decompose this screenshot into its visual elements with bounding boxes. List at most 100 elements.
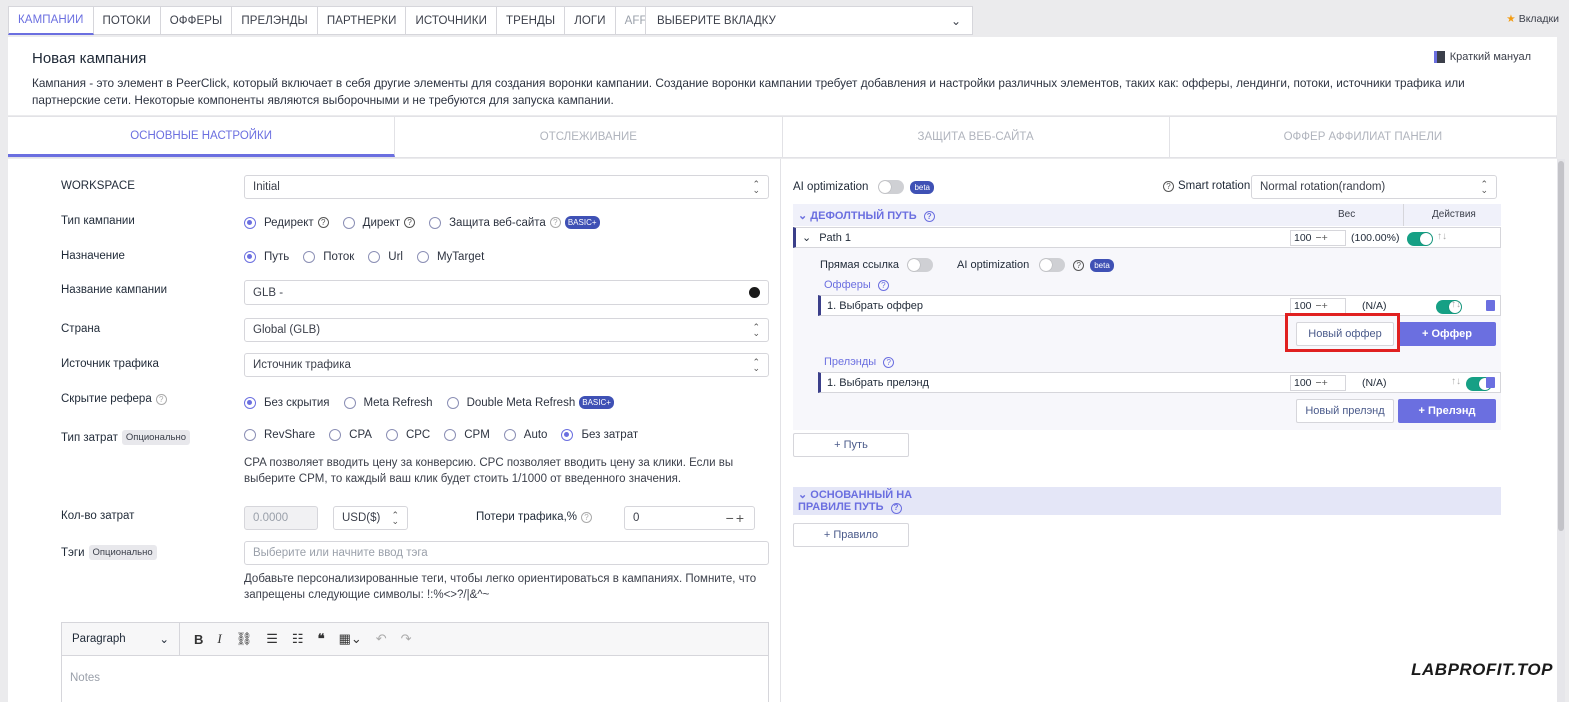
radio-redirect[interactable]: Редирект? [244,216,329,229]
tab-logs[interactable]: ЛОГИ [565,6,616,35]
scrollbar-thumb[interactable] [1558,161,1564,531]
tab-website-protection[interactable]: ЗАЩИТА ВЕБ-САЙТА [783,117,1170,157]
notes-textarea[interactable]: Notes [62,656,768,700]
help-icon: ? [155,394,167,405]
lander-row[interactable]: 1. Выбрать прелэнд [818,372,1501,393]
paragraph-select[interactable]: Paragraph ⌄ [62,622,180,656]
italic-icon[interactable]: I [217,631,221,647]
trash-icon[interactable] [1486,300,1495,311]
path-toggle[interactable] [1407,231,1433,246]
tab-landers[interactable]: ПРЕЛЭНДЫ [232,6,318,35]
header-divider [1403,204,1404,226]
add-offer-button[interactable]: + Оффер [1398,322,1496,346]
editor-toolbar: Paragraph ⌄ B I ⛓ ☰ ☷ ❝ ▦⌄ ↶ ↷ [62,622,768,656]
workspace-label: WORKSPACE [61,180,135,192]
add-path-button[interactable]: + Путь [793,433,909,457]
numbered-list-icon[interactable]: ☷ [292,631,304,647]
direct-link-toggle[interactable] [907,258,934,272]
country-select[interactable]: Global (GLB) ⌃ ⌄ [244,318,769,342]
bullet-list-icon[interactable]: ☰ [266,631,278,647]
bold-icon[interactable]: B [194,632,203,647]
rule-path-title[interactable]: ⌄ ОСНОВАННЫЙ НА ПРАВИЛЕ ПУТЬ ? [798,489,968,514]
book-icon [1433,51,1445,63]
tab-sources[interactable]: ИСТОЧНИКИ [406,6,497,35]
reorder-icon[interactable]: ↑↓ [1451,376,1461,387]
offer-row-label: 1. Выбрать оффер [827,299,924,312]
actions-header: Действия [1432,209,1476,220]
radio-double-meta-refresh[interactable]: Double Meta Refresh BASIC+ [446,396,614,409]
lander-weight-input[interactable]: 100 −+ [1290,375,1346,391]
stepper-icon[interactable]: −+ [1316,377,1328,389]
default-path-title[interactable]: ⌄ ДЕФОЛТНЫЙ ПУТЬ ? [798,209,935,222]
radio-mytarget[interactable]: MyTarget [416,251,484,263]
tab-main-settings[interactable]: ОСНОВНЫЕ НАСТРОЙКИ [8,117,396,157]
radio-cpm[interactable]: CPM [444,429,490,441]
radio-label: Путь [264,251,290,263]
radio-revshare[interactable]: RevShare [244,429,315,441]
radio-no-cost[interactable]: Без затрат [561,429,638,441]
currency-select[interactable]: USD($) ⌃ ⌄ [333,506,408,530]
traffic-loss-value: 0 [633,512,640,524]
path-ai-toggle[interactable] [1039,258,1066,272]
radio-path[interactable]: Путь [244,251,289,263]
radio-url[interactable]: Url [368,251,403,263]
tab-affiliates[interactable]: ПАРТНЕРКИ [317,6,407,35]
trash-icon[interactable] [1486,377,1495,388]
radio-off-icon [444,429,457,441]
tab-campaigns[interactable]: КАМПАНИИ [8,6,94,35]
radio-cpc[interactable]: CPC [385,429,430,441]
add-lander-button[interactable]: + Прелэнд [1398,399,1496,423]
stepper-icon[interactable]: −+ [726,510,746,526]
radio-website-protection[interactable]: Защита веб-сайта? BASIC+ [429,216,600,229]
highlight-box [1285,313,1400,352]
stepper-icon[interactable]: −+ [1316,300,1328,312]
smart-rotation-select[interactable]: Normal rotation(random) ⌃ ⌄ [1251,175,1497,199]
radio-no-hide[interactable]: Без скрытия [244,396,330,409]
radio-off-icon [503,429,516,441]
radio-label: Без затрат [581,429,639,441]
reorder-icon[interactable]: ↑↓ [1451,299,1461,310]
lander-weight-value: 100 [1294,377,1312,389]
radio-flow[interactable]: Поток [303,251,354,263]
color-dot-icon[interactable] [749,287,760,298]
workspace-select[interactable]: Initial ⌃ ⌄ [244,175,769,199]
manual-link[interactable]: Краткий мануал [1433,51,1531,63]
add-rule-button[interactable]: + Правило [793,523,909,547]
traffic-loss-label: Потери трафика,%? [476,511,593,523]
link-icon[interactable]: ⛓ [236,631,253,647]
tab-flows[interactable]: ПОТОКИ [93,6,161,35]
campaign-name-input[interactable]: GLB - [244,280,769,305]
tab-affiliate-offer-panel[interactable]: ОФФЕР АФФИЛИАТ ПАНЕЛИ [1170,117,1557,157]
smart-rotation-label: Smart rotation: [1178,180,1254,192]
radio-meta-refresh[interactable]: Meta Refresh [343,396,433,409]
stepper-icon[interactable]: −+ [1316,232,1328,244]
ai-optimization-label: AI optimization [793,181,869,193]
radio-on-icon [561,429,574,441]
offers-title: Офферы ? [824,279,889,291]
path-weight-input[interactable]: 100 −+ [1290,230,1346,246]
tab-tracking[interactable]: ОТСЛЕЖИВАНИЕ [395,117,783,157]
quote-icon[interactable]: ❝ [318,631,325,647]
cost-amount-input[interactable]: 0.0000 [244,506,318,530]
bookmarks-link[interactable]: ★ Вкладки [1506,13,1559,25]
radio-label: Без скрытия [264,396,330,409]
scrollbar[interactable] [1557,159,1565,702]
radio-on-icon [244,396,256,409]
radio-auto[interactable]: Auto [503,429,547,441]
redo-icon[interactable]: ↷ [401,631,412,647]
table-icon[interactable]: ▦⌄ [339,631,362,647]
new-lander-button[interactable]: Новый прелэнд [1296,399,1394,423]
tags-input[interactable]: Выберите или начните ввод тэга [244,541,769,565]
tab-select[interactable]: ВЫБЕРИТЕ ВКЛАДКУ ⌄ [645,6,973,35]
offer-weight-input[interactable]: 100 −+ [1290,298,1346,314]
ai-optimization-toggle[interactable] [878,180,905,194]
traffic-loss-input[interactable]: 0 −+ [624,506,755,530]
reorder-icon[interactable]: ↑↓ [1437,231,1447,242]
traffic-source-select[interactable]: Источник трафика ⌃ ⌄ [244,353,769,377]
cost-amount-label: Кол-во затрат [61,510,135,522]
tab-trends[interactable]: ТРЕНДЫ [496,6,566,35]
tab-offers[interactable]: ОФФЕРЫ [160,6,233,35]
undo-icon[interactable]: ↶ [376,631,387,647]
radio-direct[interactable]: Директ? [342,216,416,229]
radio-cpa[interactable]: CPA [329,429,372,441]
